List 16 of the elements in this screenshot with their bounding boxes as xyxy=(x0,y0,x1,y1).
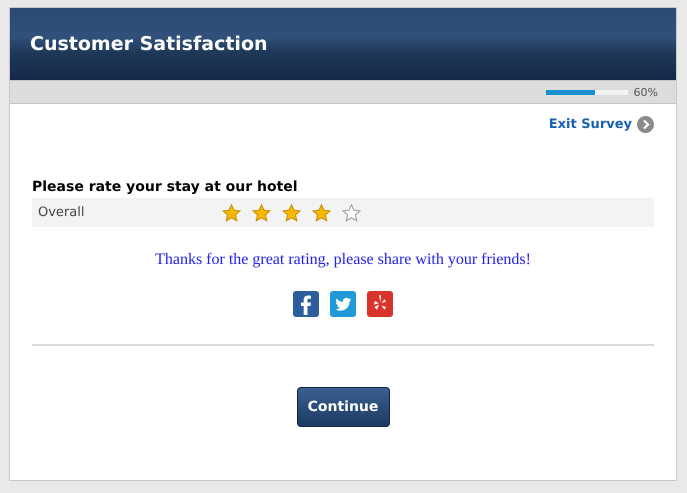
burst-icon[interactable] xyxy=(367,291,393,317)
filled-star-icon[interactable] xyxy=(222,204,241,222)
question-title: Please rate your stay at our hotel xyxy=(32,179,299,195)
empty-star-icon[interactable] xyxy=(342,204,361,222)
facebook-icon[interactable] xyxy=(293,291,319,317)
bird-icon[interactable] xyxy=(330,291,356,317)
filled-star-icon[interactable] xyxy=(312,204,331,222)
chevron-circle-icon xyxy=(637,116,654,133)
continue-button[interactable]: Continue xyxy=(296,387,390,427)
exit-survey-link[interactable]: Exit Survey xyxy=(548,116,654,133)
thanks-message: Thanks for the great rating, please share with your friends! xyxy=(154,251,532,269)
filled-star-icon[interactable] xyxy=(252,204,271,222)
rating-label: Overall xyxy=(38,205,86,220)
filled-star-icon[interactable] xyxy=(282,204,301,222)
progress-percent: 60% xyxy=(634,86,658,98)
page-title: Customer Satisfaction xyxy=(30,33,268,55)
